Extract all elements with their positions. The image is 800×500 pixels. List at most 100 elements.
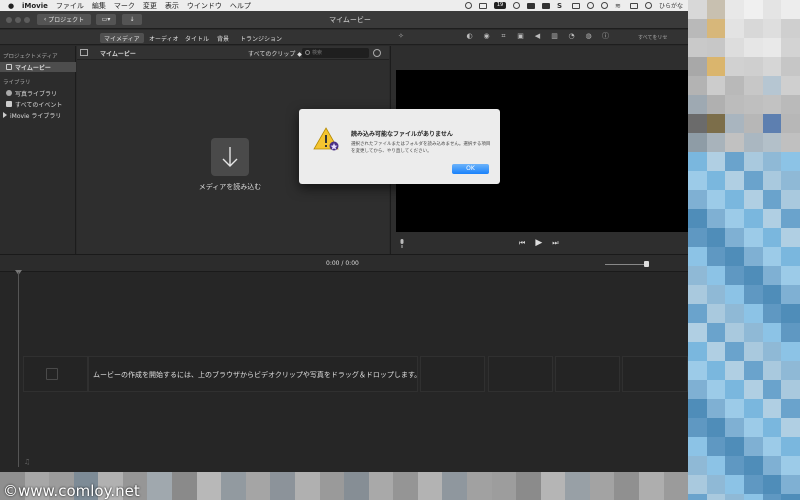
import-button[interactable]: ↓ bbox=[122, 14, 142, 25]
mosaic-tile bbox=[725, 323, 744, 342]
mosaic-tile bbox=[688, 228, 707, 247]
status-badge[interactable]: 19 bbox=[494, 2, 506, 9]
dropbox-icon[interactable] bbox=[527, 2, 535, 9]
minimize-window-icon[interactable] bbox=[15, 17, 21, 23]
sidebar-heading-library: ライブラリ bbox=[3, 80, 31, 86]
mosaic-tile bbox=[688, 304, 707, 323]
import-media-label[interactable]: メディアを読み込む bbox=[177, 182, 283, 192]
mosaic-tile bbox=[706, 0, 726, 19]
close-window-icon[interactable] bbox=[6, 17, 12, 23]
search-icon bbox=[305, 50, 310, 55]
mosaic-tile bbox=[706, 152, 726, 171]
input-source-label[interactable]: ひらがな bbox=[659, 1, 683, 10]
mosaic-tile bbox=[706, 323, 726, 342]
sidebar-item-all-events[interactable]: すべてのイベント bbox=[0, 99, 76, 109]
mosaic-tile bbox=[762, 437, 782, 456]
mosaic-tile bbox=[781, 114, 800, 133]
tab-audio[interactable]: オーディオ bbox=[145, 33, 183, 43]
mosaic-tile bbox=[781, 399, 800, 418]
mosaic-tile bbox=[781, 285, 800, 304]
sidebar-item-imovie-library[interactable]: iMovie ライブラリ bbox=[0, 110, 76, 120]
library-list-button[interactable]: ▭▾ bbox=[96, 14, 116, 25]
tab-transitions[interactable]: トランジション bbox=[236, 33, 286, 43]
apple-menu-icon[interactable]: ● bbox=[8, 2, 16, 10]
menu-file[interactable]: ファイル bbox=[56, 1, 84, 11]
timemachine-icon[interactable] bbox=[587, 2, 594, 9]
wifi-icon[interactable]: ≋ bbox=[615, 2, 623, 10]
color-balance-icon[interactable]: ◐ bbox=[465, 32, 474, 41]
bag-icon[interactable] bbox=[542, 2, 550, 9]
ok-button[interactable]: OK bbox=[452, 164, 489, 174]
mosaic-tile bbox=[762, 209, 782, 228]
stabilization-icon[interactable]: ▣ bbox=[516, 32, 525, 41]
mosaic-tile bbox=[706, 171, 726, 190]
status-box-icon[interactable] bbox=[479, 2, 487, 9]
sidebar-item-my-movie[interactable]: マイムービー bbox=[0, 62, 76, 72]
projects-back-button[interactable]: ‹ プロジェクト bbox=[37, 14, 91, 25]
volume-icon[interactable] bbox=[645, 2, 652, 9]
gear-icon[interactable] bbox=[373, 49, 381, 57]
mosaic-tile bbox=[688, 57, 707, 76]
skip-back-icon[interactable]: ⏮ bbox=[519, 239, 525, 248]
mosaic-tile bbox=[393, 472, 418, 500]
warning-icon bbox=[313, 127, 339, 151]
tab-titles[interactable]: タイトル bbox=[181, 33, 213, 43]
mosaic-tile bbox=[762, 171, 782, 190]
color-correction-icon[interactable]: ◉ bbox=[482, 32, 491, 41]
s-icon[interactable]: S bbox=[557, 2, 565, 10]
noise-reduction-icon[interactable]: ▥ bbox=[550, 32, 559, 41]
reset-all-button[interactable]: すべてをリセ bbox=[638, 34, 667, 41]
menu-modify[interactable]: 変更 bbox=[143, 1, 157, 11]
mosaic-tile bbox=[781, 95, 800, 114]
volume-tool-icon[interactable]: ◀ bbox=[533, 32, 542, 41]
zoom-slider-track[interactable] bbox=[605, 264, 649, 265]
menu-view[interactable]: 表示 bbox=[165, 1, 179, 11]
menu-mark[interactable]: マーク bbox=[114, 1, 135, 11]
mosaic-tile bbox=[743, 399, 763, 418]
search-input[interactable]: 検索 bbox=[302, 48, 369, 58]
mosaic-tile bbox=[688, 475, 707, 494]
title-bar: ‹ プロジェクト ▭▾ ↓ マイムービー bbox=[0, 11, 688, 29]
menu-help[interactable]: ヘルプ bbox=[230, 1, 251, 11]
menu-window[interactable]: ウインドウ bbox=[187, 1, 222, 11]
mosaic-tile bbox=[781, 304, 800, 323]
speed-icon[interactable]: ◔ bbox=[567, 32, 576, 41]
microphone-icon[interactable] bbox=[399, 239, 405, 248]
mosaic-tile bbox=[781, 76, 800, 95]
playhead[interactable] bbox=[18, 272, 19, 467]
sidebar-toggle-icon[interactable] bbox=[80, 49, 88, 56]
bluetooth-icon[interactable] bbox=[601, 2, 608, 9]
import-media-button[interactable] bbox=[211, 138, 249, 176]
status-circle-icon[interactable] bbox=[465, 2, 472, 9]
magic-wand-icon[interactable]: ✧ bbox=[398, 32, 404, 40]
timeline[interactable]: ムービーの作成を開始するには、上のブラウザからビデオクリップや写真をドラッグ＆ド… bbox=[0, 270, 688, 472]
sidebar-item-photos-library[interactable]: 写真ライブラリ bbox=[0, 88, 76, 98]
crop-icon[interactable]: ⌗ bbox=[499, 32, 508, 41]
play-icon[interactable]: ▶ bbox=[535, 238, 542, 248]
zoom-window-icon[interactable] bbox=[24, 17, 30, 23]
mosaic-tile bbox=[743, 323, 763, 342]
status-clock-icon[interactable] bbox=[513, 2, 520, 9]
menu-app-name[interactable]: iMovie bbox=[22, 2, 48, 10]
mosaic-tile bbox=[762, 342, 782, 361]
tab-backgrounds[interactable]: 背景 bbox=[213, 33, 233, 43]
filter-icon[interactable]: ◍ bbox=[584, 32, 593, 41]
mosaic-tile bbox=[725, 171, 744, 190]
skip-forward-icon[interactable]: ⏭ bbox=[552, 239, 558, 248]
mosaic-tile bbox=[725, 456, 744, 475]
mosaic-tile bbox=[688, 437, 707, 456]
mosaic-tile bbox=[706, 494, 726, 500]
display-icon[interactable] bbox=[572, 2, 580, 9]
mosaic-tile bbox=[725, 133, 744, 152]
battery-icon[interactable] bbox=[630, 2, 638, 9]
mosaic-tile bbox=[725, 266, 744, 285]
clips-filter-dropdown[interactable]: すべてのクリップ ◆ bbox=[248, 49, 302, 58]
info-icon[interactable]: ⓘ bbox=[601, 32, 610, 41]
tab-my-media[interactable]: マイメディア bbox=[100, 33, 144, 43]
disclosure-triangle-icon[interactable] bbox=[3, 112, 7, 118]
menu-edit[interactable]: 編集 bbox=[92, 1, 106, 11]
mosaic-tile bbox=[762, 285, 782, 304]
mosaic-tile bbox=[688, 494, 707, 500]
zoom-slider-knob[interactable] bbox=[644, 261, 649, 267]
mosaic-tile bbox=[368, 472, 394, 500]
